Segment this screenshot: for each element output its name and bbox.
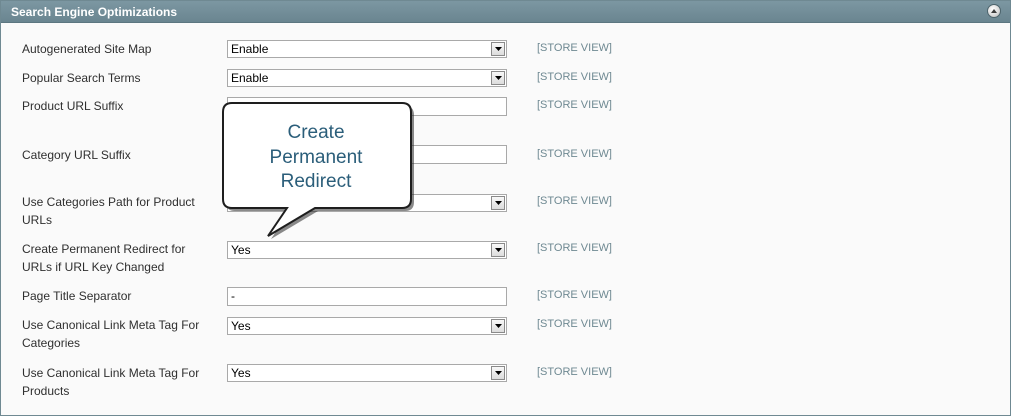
select-value: Yes: [231, 319, 251, 333]
field-label: Page Title Separator: [22, 289, 132, 303]
scope-label: [STORE VIEW]: [537, 242, 612, 254]
canonical-products-select[interactable]: Yes: [227, 364, 507, 382]
select-value: Enable: [231, 42, 269, 56]
select-value: Enable: [231, 71, 269, 85]
section-header[interactable]: Search Engine Optimizations: [1, 1, 1010, 23]
scope-label: [STORE VIEW]: [537, 99, 612, 111]
select-value: Yes: [231, 243, 251, 257]
scope-label: [STORE VIEW]: [537, 71, 612, 83]
canonical-categories-select[interactable]: Yes: [227, 317, 507, 335]
scope-label: [STORE VIEW]: [537, 289, 612, 301]
section-title: Search Engine Optimizations: [11, 5, 178, 19]
input-value: -: [231, 289, 235, 303]
scope-label: [STORE VIEW]: [537, 318, 612, 330]
scope-label: [STORE VIEW]: [537, 366, 612, 378]
field-label: Use Canonical Link Meta Tag For Products: [22, 366, 200, 398]
page-title-separator-input[interactable]: -: [227, 287, 507, 306]
chevron-down-icon[interactable]: [491, 196, 505, 210]
chevron-down-icon[interactable]: [491, 319, 505, 333]
create-permanent-redirect-select[interactable]: Yes: [227, 241, 507, 259]
field-label: Popular Search Terms: [22, 71, 141, 85]
field-label: Use Canonical Link Meta Tag For Categori…: [22, 318, 200, 350]
select-value: Yes: [231, 366, 251, 380]
scope-label: [STORE VIEW]: [537, 42, 612, 54]
callout-line: Redirect: [280, 171, 352, 192]
callout-line: Permanent: [269, 146, 363, 168]
popular-search-terms-select[interactable]: Enable: [227, 69, 507, 87]
chevron-down-icon[interactable]: [491, 42, 505, 56]
chevron-down-icon[interactable]: [491, 243, 505, 257]
field-label: Category URL Suffix: [22, 148, 131, 162]
chevron-down-icon[interactable]: [491, 366, 505, 380]
callout-line: Create: [287, 122, 345, 143]
scope-label: [STORE VIEW]: [537, 148, 612, 160]
scope-label: [STORE VIEW]: [537, 195, 612, 207]
field-label: Product URL Suffix: [22, 99, 124, 113]
chevron-down-icon[interactable]: [491, 71, 505, 85]
field-label: Autogenerated Site Map: [22, 42, 152, 56]
collapse-up-icon[interactable]: [987, 4, 1001, 18]
seo-config-panel: Search Engine Optimizations Autogenerate…: [0, 0, 1011, 416]
callout-text: Create Permanent Redirect: [222, 121, 410, 195]
field-label: Create Permanent Redirect for URLs if UR…: [22, 242, 186, 274]
field-label: Use Categories Path for Product URLs: [22, 195, 195, 227]
autogenerated-site-map-select[interactable]: Enable: [227, 40, 507, 58]
